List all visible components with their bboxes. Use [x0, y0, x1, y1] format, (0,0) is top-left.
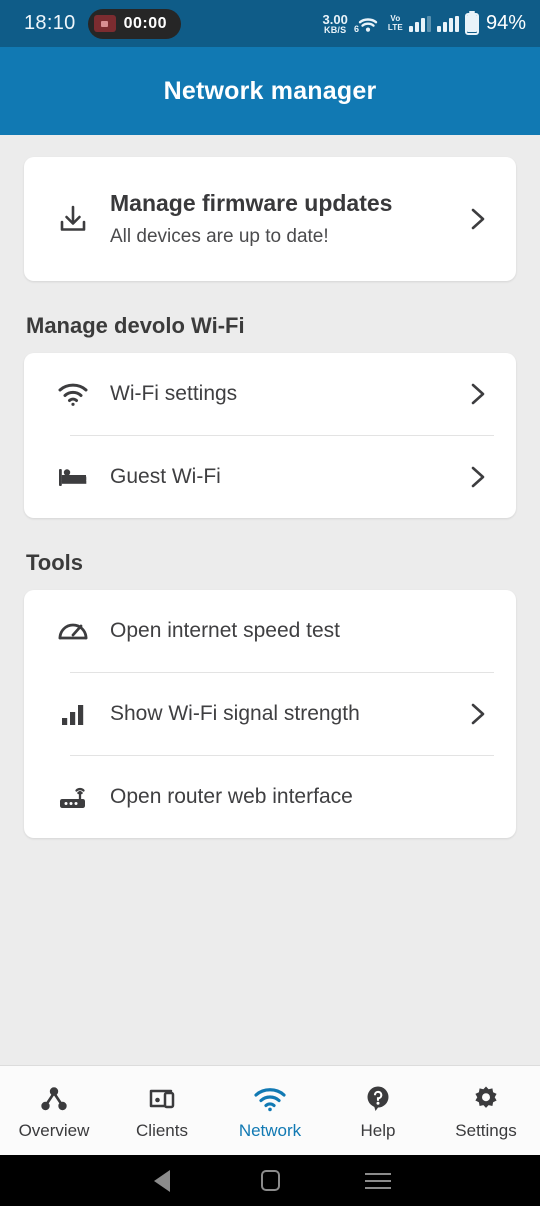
volte-line-2: LTE	[387, 22, 403, 32]
wifi-icon	[46, 380, 100, 408]
row-label-wifi-settings: Wi-Fi settings	[110, 382, 238, 406]
router-icon	[46, 782, 100, 812]
bed-icon	[46, 464, 100, 490]
firmware-update-card[interactable]: Manage firmware updates All devices are …	[24, 157, 516, 281]
app-bar: Network manager	[0, 47, 540, 135]
video-camera-icon	[93, 15, 116, 32]
help-bubble-icon	[363, 1083, 393, 1115]
firmware-update-row[interactable]: Manage firmware updates All devices are …	[24, 157, 516, 281]
nav-label-overview: Overview	[18, 1120, 90, 1140]
row-speed-test[interactable]: Open internet speed test	[24, 590, 516, 672]
screen-recording-pill[interactable]: 00:00	[87, 8, 181, 39]
status-bar-right: 3.00 KB/S 6 Vo LTE 94%	[323, 12, 526, 35]
nav-label-settings: Settings	[455, 1120, 517, 1140]
android-system-nav	[0, 1155, 540, 1206]
nav-item-help[interactable]: Help	[324, 1083, 432, 1139]
status-clock: 18:10	[24, 12, 76, 34]
gear-icon	[471, 1083, 501, 1115]
section-title-wifi: Manage devolo Wi-Fi	[26, 313, 245, 338]
tools-section-card: Open internet speed test Show Wi-Fi sign…	[24, 590, 516, 838]
row-label-signal-strength: Show Wi-Fi signal strength	[110, 702, 360, 726]
status-bar-left: 18:10 00:00	[24, 8, 181, 39]
nav-item-clients[interactable]: Clients	[108, 1083, 216, 1139]
nav-item-overview[interactable]: Overview	[0, 1083, 108, 1139]
row-guest-wifi[interactable]: Guest Wi-Fi	[24, 436, 516, 518]
firmware-title: Manage firmware updates	[110, 190, 393, 217]
chevron-right-icon	[460, 700, 496, 728]
network-speed-indicator: 3.00 KB/S	[323, 13, 348, 35]
devices-icon	[145, 1083, 179, 1115]
network-speed-unit: KB/S	[324, 24, 347, 35]
nav-label-clients: Clients	[136, 1120, 188, 1140]
battery-icon	[464, 12, 479, 35]
row-label-router-web-interface: Open router web interface	[110, 785, 353, 809]
firmware-text-block: Manage firmware updates All devices are …	[100, 189, 460, 249]
nav-label-network: Network	[238, 1120, 302, 1140]
volte-icon: Vo LTE	[387, 14, 403, 32]
row-wifi-settings[interactable]: Wi-Fi settings	[24, 353, 516, 435]
home-square-icon	[260, 1170, 280, 1191]
firmware-subtitle: All devices are up to date!	[110, 226, 329, 247]
signal-bars-icon	[46, 701, 100, 727]
chevron-right-icon	[460, 380, 496, 408]
recents-menu-icon	[365, 1172, 391, 1189]
cellular-signal-icon-2	[436, 15, 459, 32]
svg-text:6: 6	[354, 24, 359, 34]
battery-percent: 94%	[485, 12, 526, 34]
nav-label-help: Help	[360, 1120, 396, 1140]
main-content: Manage firmware updates All devices are …	[0, 135, 540, 1065]
nav-item-settings[interactable]: Settings	[432, 1083, 540, 1139]
row-signal-strength[interactable]: Show Wi-Fi signal strength	[24, 673, 516, 755]
network-topology-icon	[38, 1083, 70, 1115]
back-triangle-icon	[154, 1169, 170, 1192]
back-button[interactable]	[108, 1169, 216, 1192]
page-title: Network manager	[163, 76, 377, 105]
recents-button[interactable]	[324, 1172, 432, 1189]
download-icon	[46, 202, 100, 236]
row-router-web-interface[interactable]: Open router web interface	[24, 756, 516, 838]
phone-screen: 18:10 00:00 3.00 KB/S 6 Vo LTE 94% Netwo…	[0, 0, 540, 1206]
section-title-tools: Tools	[26, 550, 84, 575]
chevron-right-icon	[460, 463, 496, 491]
network-speed-value: 3.00	[322, 11, 348, 27]
row-label-guest-wifi: Guest Wi-Fi	[110, 465, 221, 489]
status-bar: 18:10 00:00 3.00 KB/S 6 Vo LTE 94%	[0, 0, 540, 47]
wifi-icon	[252, 1083, 288, 1115]
chevron-right-icon	[460, 205, 496, 233]
nav-item-network[interactable]: Network	[216, 1083, 324, 1139]
recording-timer: 00:00	[123, 14, 167, 32]
row-label-speed-test: Open internet speed test	[110, 619, 340, 643]
home-button[interactable]	[216, 1170, 324, 1191]
cellular-signal-icon-1	[408, 15, 431, 32]
bottom-navigation: Overview Clients Network Help Settings	[0, 1065, 540, 1155]
speedometer-icon	[46, 616, 100, 646]
wifi-section-card: Wi-Fi settings Guest Wi-Fi	[24, 353, 516, 518]
wifi-6-icon: 6	[354, 13, 382, 35]
